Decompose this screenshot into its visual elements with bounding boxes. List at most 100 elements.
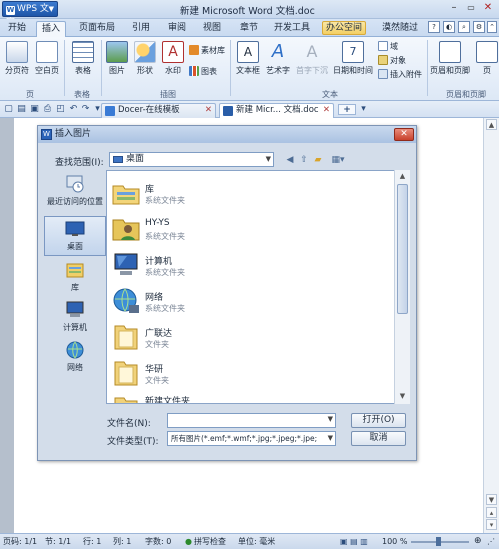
tab-page-layout[interactable]: 页面布局 <box>76 21 118 37</box>
place-network[interactable]: 网络 <box>44 338 106 378</box>
tab-office-space[interactable]: 办公空间 <box>322 21 366 35</box>
places-bar: 最近访问的位置 桌面 库 计算机 网络 <box>44 170 106 456</box>
status-word-count[interactable]: 字数: 0 <box>145 534 171 549</box>
save-icon[interactable]: ▣ <box>29 104 40 115</box>
doc-tab-current[interactable]: 新建 Micr... 文档.doc ✕ <box>219 103 334 118</box>
place-recent[interactable]: 最近访问的位置 <box>44 172 106 216</box>
search-icon[interactable]: ⌕ <box>458 21 470 33</box>
next-page-icon[interactable]: ▾ <box>486 519 497 530</box>
filetype-select[interactable]: 所有图片(*.emf;*.wmf;*.jpg;*.jpeg;*.jpe; ▼ <box>167 431 336 446</box>
undo-icon[interactable]: ↶ <box>68 104 79 115</box>
list-item[interactable]: 网络 系统文件夹 <box>111 285 391 321</box>
network-icon <box>113 288 139 313</box>
dialog-title-bar: W 插入图片 <box>38 126 416 143</box>
material-library-button[interactable]: 素材库 <box>189 45 225 56</box>
art-text-icon: A <box>271 41 285 62</box>
chevron-down-icon[interactable]: ▼ <box>328 415 333 423</box>
scroll-up-icon[interactable]: ▲ <box>486 119 497 130</box>
textbox-button[interactable]: A 文本框 <box>234 41 262 76</box>
look-in-select[interactable]: 桌面 ▼ <box>109 152 274 167</box>
scroll-down-icon[interactable]: ▼ <box>486 494 497 505</box>
place-desktop[interactable]: 桌面 <box>44 216 106 256</box>
zoom-slider-thumb[interactable] <box>436 537 441 546</box>
place-computer[interactable]: 计算机 <box>44 298 106 338</box>
chart-button[interactable]: 图表 <box>189 66 217 77</box>
tab-home[interactable]: 开始 <box>4 21 30 37</box>
status-spellcheck[interactable]: 拼写检查 <box>194 534 226 549</box>
file-list[interactable]: 库 系统文件夹 HY-YS 系统文件夹 计算机 系统文件夹 网络 系统文件夹 广… <box>106 170 410 404</box>
up-folder-icon[interactable]: ⇧ <box>298 154 310 166</box>
maximize-button[interactable]: ▭ <box>463 1 479 15</box>
new-folder-icon[interactable]: ▰ <box>312 154 324 166</box>
help-icon[interactable]: ? <box>428 21 440 33</box>
table-button[interactable]: 表格 <box>68 41 98 76</box>
file-type: 文件夹 <box>145 340 169 349</box>
list-item[interactable]: 华研 文件夹 <box>111 357 391 393</box>
skin-icon[interactable]: ◐ <box>443 21 455 33</box>
place-library[interactable]: 库 <box>44 258 106 298</box>
scrollbar-thumb[interactable] <box>397 184 408 314</box>
tab-sections[interactable]: 章节 <box>236 21 262 37</box>
minimize-button[interactable]: – <box>446 1 462 15</box>
prev-page-icon[interactable]: ▴ <box>486 507 497 518</box>
view-menu-icon[interactable]: ▦▾ <box>328 154 348 166</box>
insert-attachment-button[interactable]: 插入附件 <box>378 69 422 80</box>
close-tab-icon[interactable]: ✕ <box>323 104 330 117</box>
status-unit[interactable]: 单位: 毫米 <box>238 534 275 549</box>
status-page[interactable]: 页码: 1/1 <box>3 534 37 549</box>
computer-icon <box>66 301 84 317</box>
filename-input[interactable]: ▼ <box>167 413 336 428</box>
list-item[interactable]: 新建文件夹 <box>111 393 391 403</box>
scroll-down-icon[interactable]: ▼ <box>397 391 408 402</box>
scroll-up-icon[interactable]: ▲ <box>397 171 408 182</box>
close-window-button[interactable]: ✕ <box>480 1 496 15</box>
doc-tab-docer[interactable]: Docer-在线模板 ✕ <box>101 103 216 118</box>
cancel-button[interactable]: 取消 <box>351 431 406 446</box>
blank-page-button[interactable]: 空白页 <box>33 41 61 76</box>
document-scrollbar[interactable]: ▲ ▼ ▴ ▾ <box>483 118 499 533</box>
textbox-icon: A <box>237 41 259 63</box>
redo-icon[interactable]: ↷ <box>80 104 91 115</box>
settings-icon[interactable]: ⚙ <box>473 21 485 33</box>
close-tab-icon[interactable]: ✕ <box>205 104 212 117</box>
list-item[interactable]: 广联达 文件夹 <box>111 321 391 357</box>
tab-review[interactable]: 审阅 <box>164 21 190 37</box>
list-item[interactable]: 计算机 系统文件夹 <box>111 249 391 285</box>
print-preview-icon[interactable]: ◰ <box>55 104 66 115</box>
dialog-close-button[interactable]: ✕ <box>394 128 414 141</box>
view-mode-icons[interactable]: ▣ ▤ ▥ <box>340 534 368 549</box>
art-text-button[interactable]: A 艺术字 <box>264 41 292 76</box>
field-button[interactable]: 域 <box>378 41 398 52</box>
datetime-label: 日期和时间 <box>333 66 373 75</box>
print-icon[interactable]: ⎙ <box>42 104 53 115</box>
file-list-scrollbar[interactable]: ▲ ▼ <box>394 170 410 404</box>
group-label-tables: 表格 <box>74 90 90 99</box>
list-item[interactable]: 库 系统文件夹 <box>111 177 391 213</box>
collapse-ribbon-icon[interactable]: ⌃ <box>487 21 497 33</box>
tab-developer[interactable]: 开发工具 <box>272 21 312 37</box>
picture-button[interactable]: 图片 <box>104 41 130 76</box>
back-icon[interactable]: ◀ <box>284 154 296 166</box>
zoom-in-icon[interactable]: ⊕ <box>474 534 482 549</box>
status-zoom[interactable]: 100 % <box>382 534 407 549</box>
page-number-button[interactable]: 页 <box>476 41 498 76</box>
page-break-button[interactable]: 分页符 <box>3 41 31 76</box>
datetime-button[interactable]: 7 日期和时间 <box>332 41 374 76</box>
open-button[interactable]: 打开(O) <box>351 413 406 428</box>
new-tab-button[interactable]: + <box>338 104 356 115</box>
shapes-button[interactable]: 形状 <box>132 41 158 76</box>
drop-cap-button[interactable]: A 首字下沉 <box>294 41 330 76</box>
list-item[interactable]: HY-YS 系统文件夹 <box>111 213 391 249</box>
open-file-icon[interactable]: ▤ <box>16 104 27 115</box>
tab-list-icon[interactable]: ▾ <box>358 104 369 115</box>
user-account[interactable]: 漠然随过 <box>380 21 420 37</box>
header-footer-button[interactable]: 页眉和页脚 <box>430 41 470 76</box>
object-button[interactable]: 对象 <box>378 55 406 66</box>
watermark-button[interactable]: A 水印 <box>160 41 186 76</box>
tab-insert[interactable]: 插入 <box>36 21 66 37</box>
tab-references[interactable]: 引用 <box>128 21 154 37</box>
new-file-icon[interactable]: ▢ <box>3 104 14 115</box>
tab-view[interactable]: 视图 <box>199 21 225 37</box>
library-folder-icon <box>112 185 140 205</box>
app-menu-button[interactable]: WWPS 文字 ▼ <box>2 1 58 28</box>
